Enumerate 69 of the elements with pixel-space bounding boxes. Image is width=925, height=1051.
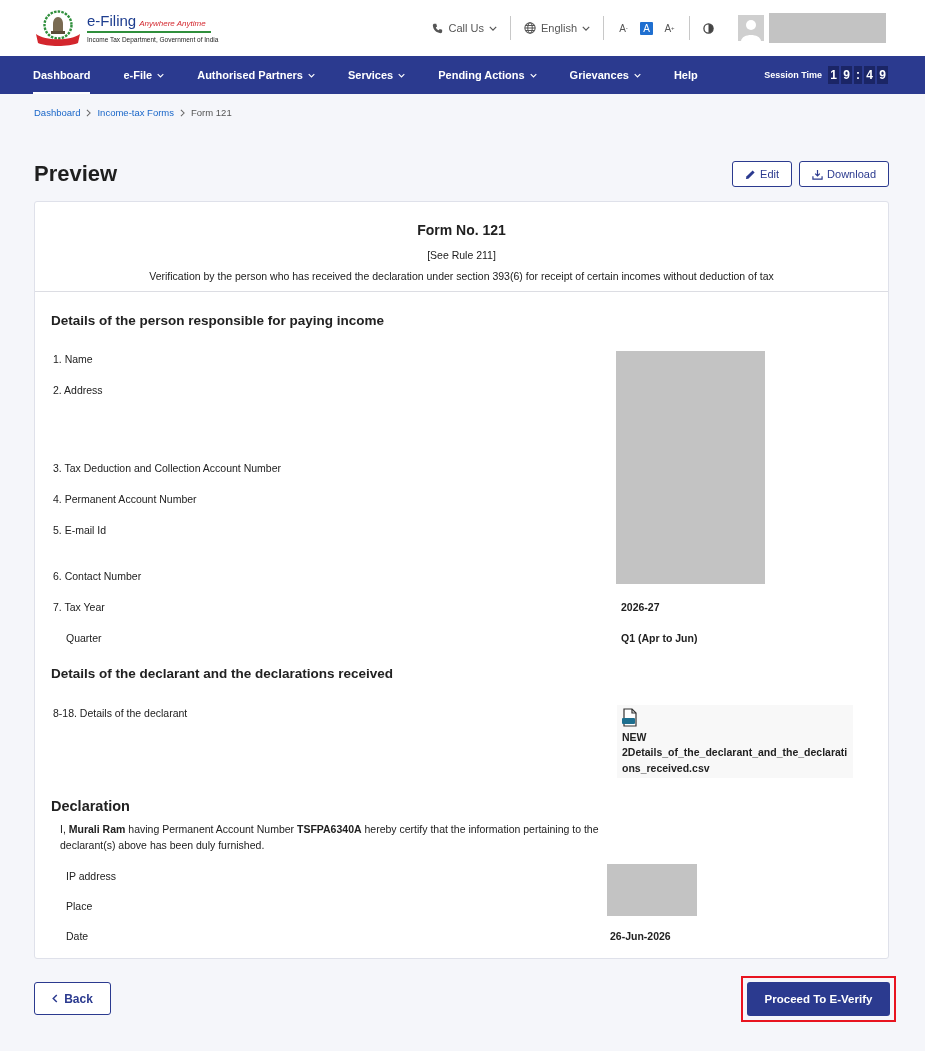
nav-menu-item[interactable]: Grievances bbox=[569, 56, 641, 94]
globe-icon bbox=[523, 22, 536, 34]
nav-menu-item[interactable]: e-File bbox=[123, 56, 165, 94]
session-time-label: Session Time bbox=[764, 70, 822, 80]
proceed-button[interactable]: Proceed To E-Verify bbox=[747, 981, 890, 1016]
timer-colon: : bbox=[854, 66, 862, 84]
chevron-right-icon bbox=[86, 109, 92, 117]
call-us-button[interactable]: Call Us bbox=[432, 22, 497, 34]
form-title: Form No. 121 bbox=[416, 221, 507, 239]
section-heading: Details of the declarant and the declarations received bbox=[51, 665, 395, 683]
emblem-logo-icon bbox=[35, 10, 81, 46]
download-button[interactable]: Download bbox=[799, 161, 889, 187]
form-description: Verification by the person who has received the declaration under section 393(6) for receipt of certain incomes without deduction of tax bbox=[148, 269, 775, 283]
edit-button[interactable]: Edit bbox=[732, 161, 793, 187]
font-size-button[interactable]: A bbox=[640, 21, 653, 35]
logo-title: e-Filing bbox=[87, 12, 137, 29]
field-value: Q1 (Apr to Jun) bbox=[620, 631, 698, 646]
download-icon bbox=[812, 168, 824, 180]
field-label: 5. E-mail Id bbox=[52, 523, 107, 538]
chevron-down-icon bbox=[488, 25, 497, 31]
logo-tagline: Anywhere Anytime bbox=[139, 19, 206, 28]
field-label: Place bbox=[65, 898, 93, 914]
attachment-card[interactable]: NEW 2Details_of_the_declarant_and_the_declarations_received.csv bbox=[617, 705, 853, 778]
timer-digit: 9 bbox=[877, 66, 888, 84]
font-size-button[interactable]: A$^{+}$ bbox=[663, 21, 676, 35]
timer-digit: 1 bbox=[828, 66, 839, 84]
file-name: NEW 2Details_of_the_declarant_and_the_declarations_received.csv bbox=[622, 730, 848, 776]
field-label: IP address bbox=[65, 868, 116, 884]
field-label: 1. Name bbox=[52, 352, 93, 367]
language-button[interactable]: English bbox=[523, 22, 590, 34]
font-size-button[interactable]: A$^{-}$ bbox=[617, 21, 630, 35]
chevron-down-icon bbox=[157, 72, 165, 78]
phone-icon bbox=[432, 22, 444, 34]
section-heading: Details of the person responsible for paying income bbox=[51, 312, 386, 330]
field-value: 2026-27 bbox=[620, 600, 660, 615]
field-label: Quarter bbox=[65, 631, 102, 646]
breadcrumb-link[interactable]: Income-tax Forms bbox=[97, 106, 175, 120]
breadcrumb-link[interactable]: Dashboard bbox=[34, 106, 81, 120]
nav-menu-item[interactable]: Help bbox=[673, 56, 698, 94]
field-label: 4. Permanent Account Number bbox=[52, 492, 197, 507]
field-value: 26-Jun-2026 bbox=[609, 928, 671, 944]
nav-menu-item[interactable]: Pending Actions bbox=[438, 56, 537, 94]
chevron-down-icon bbox=[633, 72, 641, 78]
nav-menu-item[interactable]: Dashboard bbox=[33, 56, 91, 94]
timer-digit: 9 bbox=[841, 66, 852, 84]
nav-menu-item[interactable]: Authorised Partners bbox=[197, 56, 315, 94]
form-rule: [See Rule 211] bbox=[426, 248, 497, 262]
chevron-right-icon bbox=[180, 109, 186, 117]
chevron-down-icon bbox=[307, 72, 315, 78]
timer-digit: 4 bbox=[864, 66, 875, 84]
field-label: 2. Address bbox=[52, 383, 103, 398]
chevron-left-icon bbox=[52, 994, 59, 1004]
pencil-icon bbox=[745, 168, 757, 180]
breadcrumb-current: Form 121 bbox=[191, 106, 232, 120]
chevron-down-icon bbox=[398, 72, 406, 78]
declaration-statement: I, Murali Ram having Permanent Account Number TSFPA6340A hereby certify that the information pertaining to the declarant(s) above has been duly furnished. bbox=[60, 821, 600, 853]
field-label: 7. Tax Year bbox=[52, 600, 105, 615]
field-label: Date bbox=[65, 928, 89, 944]
field-label: 6. Contact Number bbox=[52, 569, 142, 584]
csv-file-icon bbox=[622, 708, 638, 727]
field-label: 3. Tax Deduction and Collection Account Number bbox=[52, 461, 282, 476]
chevron-down-icon bbox=[582, 25, 590, 31]
section-heading: Declaration bbox=[51, 796, 131, 815]
back-button[interactable]: Back bbox=[34, 982, 111, 1016]
page-title: Preview bbox=[34, 160, 118, 188]
nav-menu-item[interactable]: Services bbox=[347, 56, 406, 94]
field-label: 8-18. Details of the declarant bbox=[52, 706, 188, 721]
chevron-down-icon bbox=[529, 72, 537, 78]
contrast-icon[interactable] bbox=[703, 22, 714, 34]
